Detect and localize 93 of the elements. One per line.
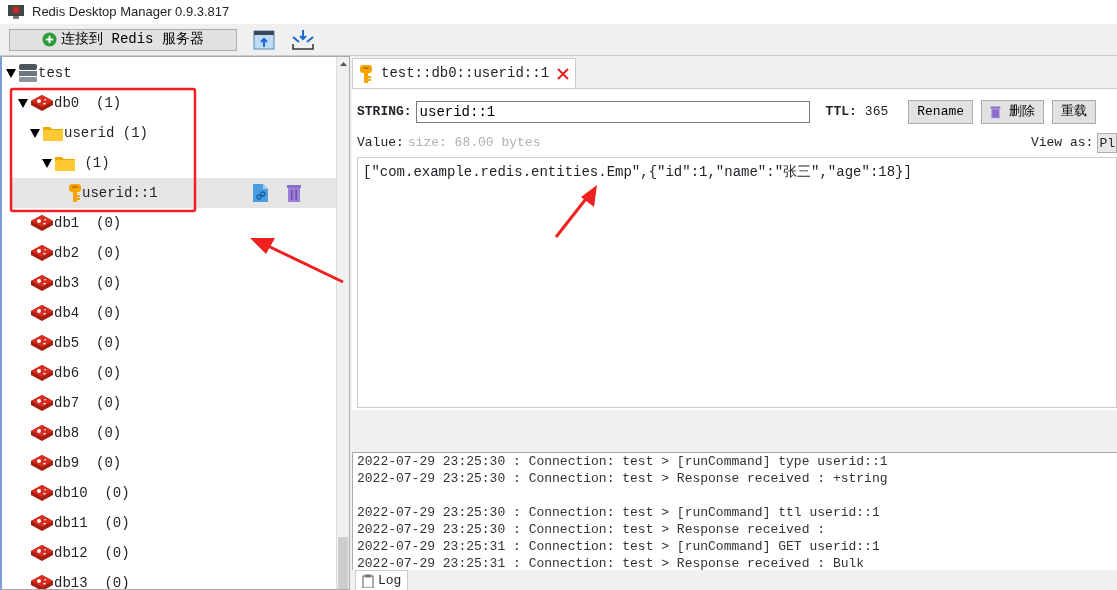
log-line: 2022-07-29 23:25:30 : Connection: test > [runCommand] type userid::1 xyxy=(357,453,889,470)
database-icon xyxy=(30,364,54,382)
button[interactable]: 删除 xyxy=(981,100,1045,124)
view-as-label: View as: xyxy=(1030,133,1094,152)
tree-label: test xyxy=(38,63,72,83)
size-text: size: 68.00 bytes xyxy=(407,133,541,152)
tree-label: db8 (0) xyxy=(54,423,122,443)
scrollbar-thumb[interactable] xyxy=(338,537,348,589)
tree-label: db0 (1) xyxy=(54,93,122,113)
clipboard-icon xyxy=(362,573,374,588)
trash-icon xyxy=(990,105,1002,119)
type-label: STRING: xyxy=(357,103,412,122)
log-line: 2022-07-29 23:25:31 : Connection: test > Response received : Bulk xyxy=(357,555,866,572)
tree-item[interactable]: db5 (0) xyxy=(2,328,337,358)
annotation-arrow xyxy=(554,185,597,238)
tree-item[interactable]: db10 (0) xyxy=(2,478,337,508)
expand-arrow-icon[interactable] xyxy=(30,129,40,139)
database-icon xyxy=(30,394,54,412)
tree-item[interactable]: test xyxy=(2,58,337,88)
tree-label: (1) xyxy=(83,153,110,173)
database-icon xyxy=(30,424,54,442)
folder-icon xyxy=(54,154,76,172)
tree-label: db3 (0) xyxy=(54,273,122,293)
database-icon xyxy=(30,454,54,472)
tree-item[interactable]: db8 (0) xyxy=(2,418,337,448)
tree-label: db13 (0) xyxy=(54,573,130,589)
database-icon xyxy=(30,244,54,262)
button[interactable]: Rename xyxy=(908,100,974,124)
folder-icon xyxy=(42,124,64,142)
button[interactable]: 重载 xyxy=(1052,100,1097,124)
app-icon xyxy=(8,5,24,19)
tree-item[interactable]: db1 (0) xyxy=(2,208,337,238)
expand-arrow-icon[interactable] xyxy=(18,99,28,109)
tree-item[interactable]: db11 (0) xyxy=(2,508,337,538)
database-icon xyxy=(30,514,54,532)
tree-label: db12 (0) xyxy=(54,543,130,563)
trash-icon[interactable] xyxy=(286,183,303,203)
database-icon xyxy=(30,484,54,502)
scrollbar[interactable] xyxy=(336,57,349,589)
log-tab[interactable]: Log xyxy=(355,570,409,590)
ttl-label: TTL: xyxy=(825,103,857,122)
tree-item[interactable]: db12 (0) xyxy=(2,538,337,568)
tree-label: userid (1) xyxy=(64,123,148,143)
tree-item[interactable]: db2 (0) xyxy=(2,238,337,268)
close-icon[interactable] xyxy=(557,67,570,80)
tree-label: db7 (0) xyxy=(54,393,122,413)
database-icon xyxy=(30,334,54,352)
log-line: 2022-07-29 23:25:30 : Connection: test > [runCommand] ttl userid::1 xyxy=(357,504,881,521)
tree-item[interactable]: userid (1) xyxy=(2,118,337,148)
tree-item[interactable]: db0 (1) xyxy=(2,88,337,118)
scroll-up-icon[interactable] xyxy=(339,62,347,66)
tree-item[interactable]: db3 (0) xyxy=(2,268,337,298)
log-line: 2022-07-29 23:25:30 : Connection: test > Response received : xyxy=(357,521,827,538)
download-icon[interactable] xyxy=(291,28,315,51)
tree-item[interactable]: db4 (0) xyxy=(2,298,337,328)
tree-item[interactable]: (1) xyxy=(2,148,337,178)
database-icon xyxy=(30,274,54,292)
tree-item[interactable]: db13 (0) xyxy=(2,568,337,589)
tree-label: db2 (0) xyxy=(54,243,122,263)
database-icon xyxy=(30,544,54,562)
expand-arrow-icon[interactable] xyxy=(42,159,52,169)
key-icon xyxy=(359,63,373,84)
log-line: 2022-07-29 23:25:31 : Connection: test > [runCommand] GET userid::1 xyxy=(357,538,881,555)
tree-label: db5 (0) xyxy=(54,333,122,353)
tree-item[interactable]: db6 (0) xyxy=(2,358,337,388)
tree-item[interactable]: userid::1 xyxy=(10,178,337,208)
tree-label: db6 (0) xyxy=(54,363,122,383)
tree-label: db1 (0) xyxy=(54,213,122,233)
tab[interactable]: test::db0::userid::1 xyxy=(352,58,577,88)
value-text: ["com.example.redis.entities.Emp",{"id":1,"name":"张三","age":18}] xyxy=(363,164,912,180)
import-icon[interactable] xyxy=(253,29,275,50)
connect-button[interactable]: 连接到 Redis 服务器 xyxy=(9,28,237,51)
tree-item[interactable]: db7 (0) xyxy=(2,388,337,418)
view-as-dropdown[interactable]: Pl xyxy=(1097,132,1117,153)
database-icon xyxy=(30,304,54,322)
log-line: 2022-07-29 23:25:30 : Connection: test > Response received : +string xyxy=(357,470,889,487)
key-icon xyxy=(68,183,82,203)
ttl-value: 365 xyxy=(864,103,889,122)
tree-label: db4 (0) xyxy=(54,303,122,323)
database-icon xyxy=(30,94,54,112)
server-icon xyxy=(18,63,38,83)
window-title: Redis Desktop Manager 0.9.3.817 xyxy=(32,3,230,22)
expand-arrow-icon[interactable] xyxy=(6,69,16,79)
tree-label: db10 (0) xyxy=(54,483,130,503)
tree-item[interactable]: db9 (0) xyxy=(2,448,337,478)
tree-label: db9 (0) xyxy=(54,453,122,473)
key-name-field[interactable]: userid::1 xyxy=(415,101,810,123)
tree-label: db11 (0) xyxy=(54,513,130,533)
tree-label: userid::1 xyxy=(82,183,158,203)
copy-icon[interactable] xyxy=(252,183,271,203)
database-icon xyxy=(30,214,54,232)
plus-icon xyxy=(42,32,58,47)
value-label: Value: xyxy=(357,133,404,152)
